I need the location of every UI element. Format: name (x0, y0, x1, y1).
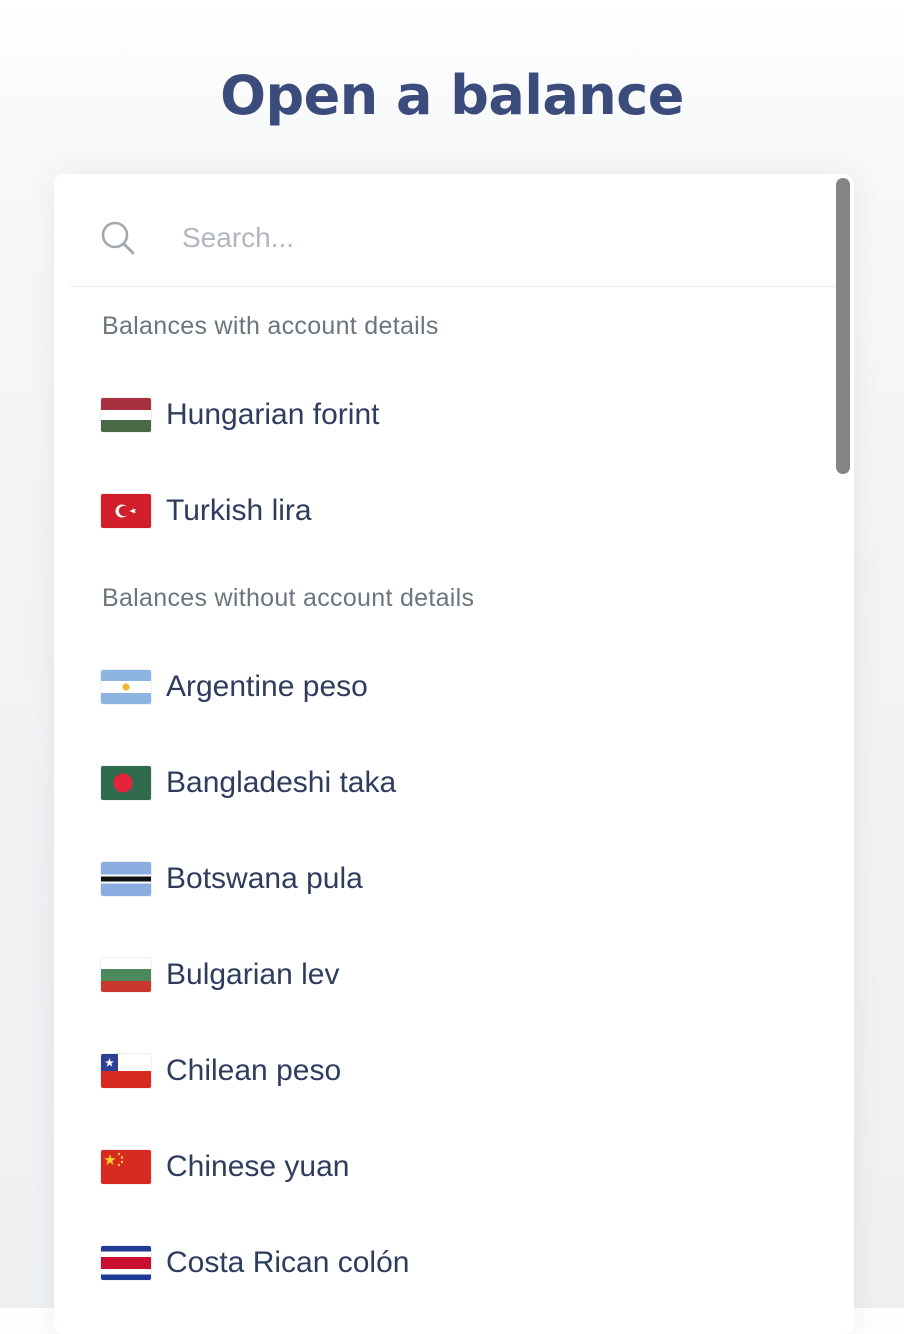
scrollbar-thumb[interactable] (836, 178, 850, 474)
currency-name: Botswana pula (166, 862, 363, 895)
currency-item-chinese-yuan[interactable]: Chinese yuan (54, 1120, 834, 1216)
currency-name: Hungarian forint (166, 398, 380, 431)
botswana-flag-icon (101, 862, 151, 896)
currency-item-costa-rican-colon[interactable]: Costa Rican colón (54, 1216, 834, 1312)
search-bar (70, 174, 836, 287)
currency-item-botswana-pula[interactable]: Botswana pula (54, 832, 834, 928)
currency-name: Chilean peso (166, 1054, 342, 1087)
currency-name: Argentine peso (166, 670, 368, 703)
currency-name: Bangladeshi taka (166, 766, 397, 799)
section-label-with-details: Balances with account details (102, 312, 439, 340)
chile-flag-icon (101, 1054, 151, 1088)
bulgaria-flag-icon (101, 958, 151, 992)
currency-name: Bulgarian lev (166, 958, 340, 991)
currency-name: Chinese yuan (166, 1150, 350, 1183)
search-icon (100, 220, 136, 256)
section-label-without-details: Balances without account details (102, 584, 475, 612)
currency-item-chilean-peso[interactable]: Chilean peso (54, 1024, 834, 1120)
currency-item-turkish-lira[interactable]: Turkish lira (54, 464, 834, 560)
turkey-flag-icon (101, 494, 151, 528)
currency-item-hungarian-forint[interactable]: Hungarian forint (54, 368, 834, 464)
bangladesh-flag-icon (101, 766, 151, 800)
page-title: Open a balance (220, 64, 684, 128)
currency-name: Costa Rican colón (166, 1246, 410, 1279)
hungary-flag-icon (101, 398, 151, 432)
currency-name: Turkish lira (166, 494, 312, 527)
argentina-flag-icon (101, 670, 151, 704)
currency-item-argentine-peso[interactable]: Argentine peso (54, 640, 834, 736)
currency-item-bangladeshi-taka[interactable]: Bangladeshi taka (54, 736, 834, 832)
costa-rica-flag-icon (101, 1246, 151, 1280)
china-flag-icon (101, 1150, 151, 1184)
currency-item-bulgarian-lev[interactable]: Bulgarian lev (54, 928, 834, 1024)
search-input[interactable] (182, 214, 782, 262)
currency-picker-panel: Balances with account details Hungarian … (54, 174, 854, 1334)
